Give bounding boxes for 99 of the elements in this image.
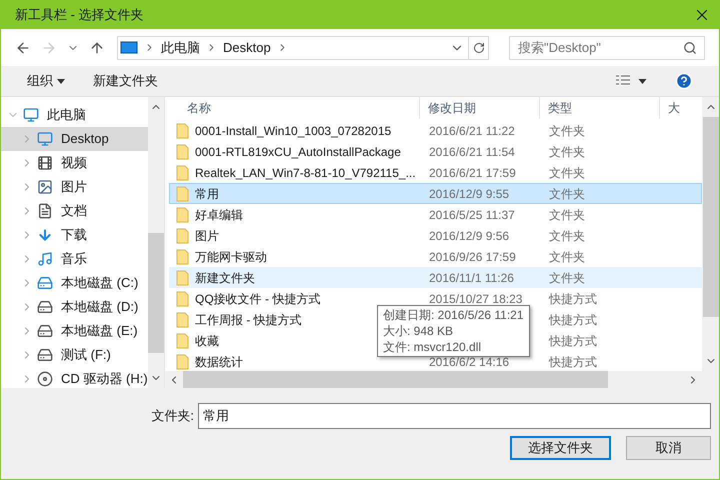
folder-icon	[176, 122, 190, 138]
modified-date: 2016/5/25 11:37	[429, 208, 515, 222]
sidebar-item[interactable]: CD 驱动器 (H:)	[1, 367, 148, 388]
folder-icon	[176, 248, 190, 264]
folder-icon	[176, 270, 190, 286]
file-type: 文件夹	[549, 144, 585, 158]
file-row[interactable]: 常用 2016/12/9 9:55 文件夹	[169, 183, 702, 204]
file-name: 工作周报 - 快捷方式	[195, 312, 302, 328]
field-label: 文件夹:	[151, 407, 194, 426]
breadcrumb[interactable]: Desktop	[223, 38, 271, 58]
sidebar-item[interactable]: 文档	[1, 199, 148, 223]
scrollbar[interactable]	[702, 97, 719, 371]
file-name: QQ接收文件 - 快捷方式	[195, 290, 320, 308]
folder-icon	[176, 290, 190, 306]
sidebar-item[interactable]: 本地磁盘 (D:)	[1, 295, 148, 319]
folder-icon	[176, 228, 190, 244]
column-header[interactable]: 名称	[165, 97, 420, 119]
sidebar-item[interactable]: 音乐	[1, 247, 148, 271]
modified-date: 2016/6/2 14:16	[429, 354, 510, 368]
window-title: 新工具栏 - 选择文件夹	[15, 6, 144, 24]
file-name: 新建文件夹	[195, 270, 255, 286]
file-name: 0001-RTL819xCU_AutoInstallPackage	[195, 144, 401, 160]
view-list-icon[interactable]	[616, 75, 630, 87]
folder-icon	[176, 332, 190, 348]
document-icon	[37, 203, 53, 219]
file-name: 好卓编辑	[195, 206, 243, 224]
modified-date: 2016/11/1 11:26	[429, 270, 514, 284]
sidebar-item[interactable]: 下载	[1, 223, 148, 247]
modified-date: 2016/6/21 17:59	[429, 166, 516, 180]
file-name: 0001-Install_Win10_1003_07282015	[195, 122, 392, 140]
file-name: Realtek_LAN_Win7-8-81-10_V792115_...	[195, 164, 416, 182]
up-icon[interactable]	[89, 40, 105, 56]
sidebar-item[interactable]: 本地磁盘 (E:)	[1, 319, 148, 343]
file-name: 万能网卡驱动	[195, 248, 267, 266]
sidebar-item[interactable]: 本地磁盘 (C:)	[1, 271, 148, 295]
column-header[interactable]: 类型	[540, 97, 660, 119]
modified-date: 2016/12/9 9:56	[429, 228, 510, 242]
tooltip-line: 创建日期: 2016/5/26 11:21	[383, 307, 524, 323]
modified-date: 2016/6/21 11:22	[429, 124, 515, 138]
modified-date: 2016/12/9 9:55	[429, 186, 510, 200]
film-icon	[37, 155, 53, 171]
sidebar-item[interactable]: 此电脑	[1, 103, 148, 127]
caret-icon	[57, 78, 65, 84]
folder-icon	[176, 206, 190, 222]
folder-icon	[176, 144, 190, 160]
sidebar-item[interactable]: 图片	[1, 175, 148, 199]
desktop-icon	[37, 131, 53, 147]
file-type: 文件夹	[549, 228, 585, 242]
file-type: 文件夹	[549, 250, 585, 264]
refresh-icon[interactable]	[472, 42, 484, 54]
address-bar[interactable]: 此电脑 Desktop	[117, 36, 489, 60]
column-header[interactable]: 大	[660, 97, 702, 119]
file-name: 收藏	[195, 332, 219, 350]
file-row[interactable]: 新建文件夹 2016/11/1 11:26 文件夹	[169, 267, 702, 288]
folder-icon	[176, 186, 190, 202]
new-folder-button[interactable]: 新建文件夹	[93, 71, 158, 91]
modified-date: 2016/6/21 11:54	[429, 144, 515, 158]
drive-icon	[37, 299, 53, 315]
file-type: 文件夹	[549, 186, 585, 200]
file-type: 快捷方式	[549, 312, 597, 326]
folder-icon	[176, 354, 190, 370]
back-icon[interactable]	[15, 40, 31, 56]
file-type: 快捷方式	[549, 292, 597, 306]
tooltip-line: 大小: 948 KB	[383, 323, 454, 339]
file-type: 快捷方式	[549, 354, 597, 368]
file-type: 文件夹	[549, 124, 585, 138]
file-name: 图片	[195, 228, 219, 244]
column-header[interactable]: 修改日期	[420, 97, 540, 119]
file-type: 文件夹	[549, 166, 585, 180]
search-icon	[683, 40, 697, 54]
sidebar-item[interactable]: 测试 (F:)	[1, 343, 148, 367]
file-type: 文件夹	[549, 270, 585, 284]
disc-icon	[37, 371, 53, 387]
drive-icon	[37, 323, 53, 339]
scrollbar[interactable]	[148, 97, 164, 388]
scrollbar[interactable]	[165, 371, 719, 388]
breadcrumb[interactable]: 此电脑	[161, 38, 200, 58]
image-icon	[37, 179, 53, 195]
music-note-icon	[37, 251, 53, 267]
dialog-button[interactable]: 取消	[626, 436, 711, 460]
help-icon[interactable]	[675, 72, 693, 90]
tooltip-line: 文件: msvcr120.dll	[383, 339, 482, 355]
modified-date: 2016/9/26 17:59	[429, 250, 516, 264]
sidebar-item[interactable]: 视频	[1, 151, 148, 175]
folder-name-field[interactable]: 常用	[198, 403, 711, 429]
folder-icon	[176, 164, 190, 180]
file-type: 快捷方式	[549, 334, 597, 348]
file-name: 数据统计	[195, 354, 243, 370]
sidebar-item[interactable]: Desktop	[1, 127, 148, 151]
file-name: 常用	[195, 186, 219, 202]
file-type: 文件夹	[549, 208, 585, 222]
modified-date: 2015/10/27 18:23	[429, 292, 522, 306]
caret-icon[interactable]	[638, 78, 647, 84]
drive-icon	[37, 347, 53, 363]
dialog-button[interactable]: 选择文件夹	[510, 436, 611, 460]
folder-icon	[176, 312, 190, 328]
organize-button[interactable]: 组织	[27, 71, 65, 91]
drive-icon	[37, 275, 53, 291]
search-field[interactable]: 搜索"Desktop"	[509, 36, 705, 60]
